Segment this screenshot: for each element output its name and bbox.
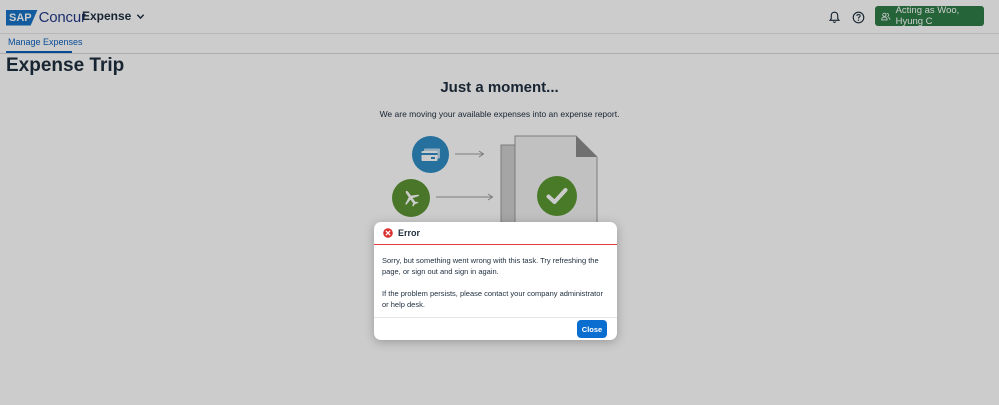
close-button[interactable]: Close — [577, 320, 607, 338]
error-icon — [383, 228, 393, 238]
dialog-message-2: If the problem persists, please contact … — [382, 289, 603, 309]
error-dialog: Error Sorry, but something went wrong wi… — [374, 222, 617, 340]
dialog-header: Error — [374, 222, 617, 245]
dialog-body: Sorry, but something went wrong with thi… — [374, 245, 617, 310]
dialog-message-1: Sorry, but something went wrong with thi… — [382, 256, 599, 276]
dialog-footer: Close — [374, 317, 617, 340]
modal-overlay — [0, 0, 999, 405]
dialog-title: Error — [398, 228, 421, 238]
